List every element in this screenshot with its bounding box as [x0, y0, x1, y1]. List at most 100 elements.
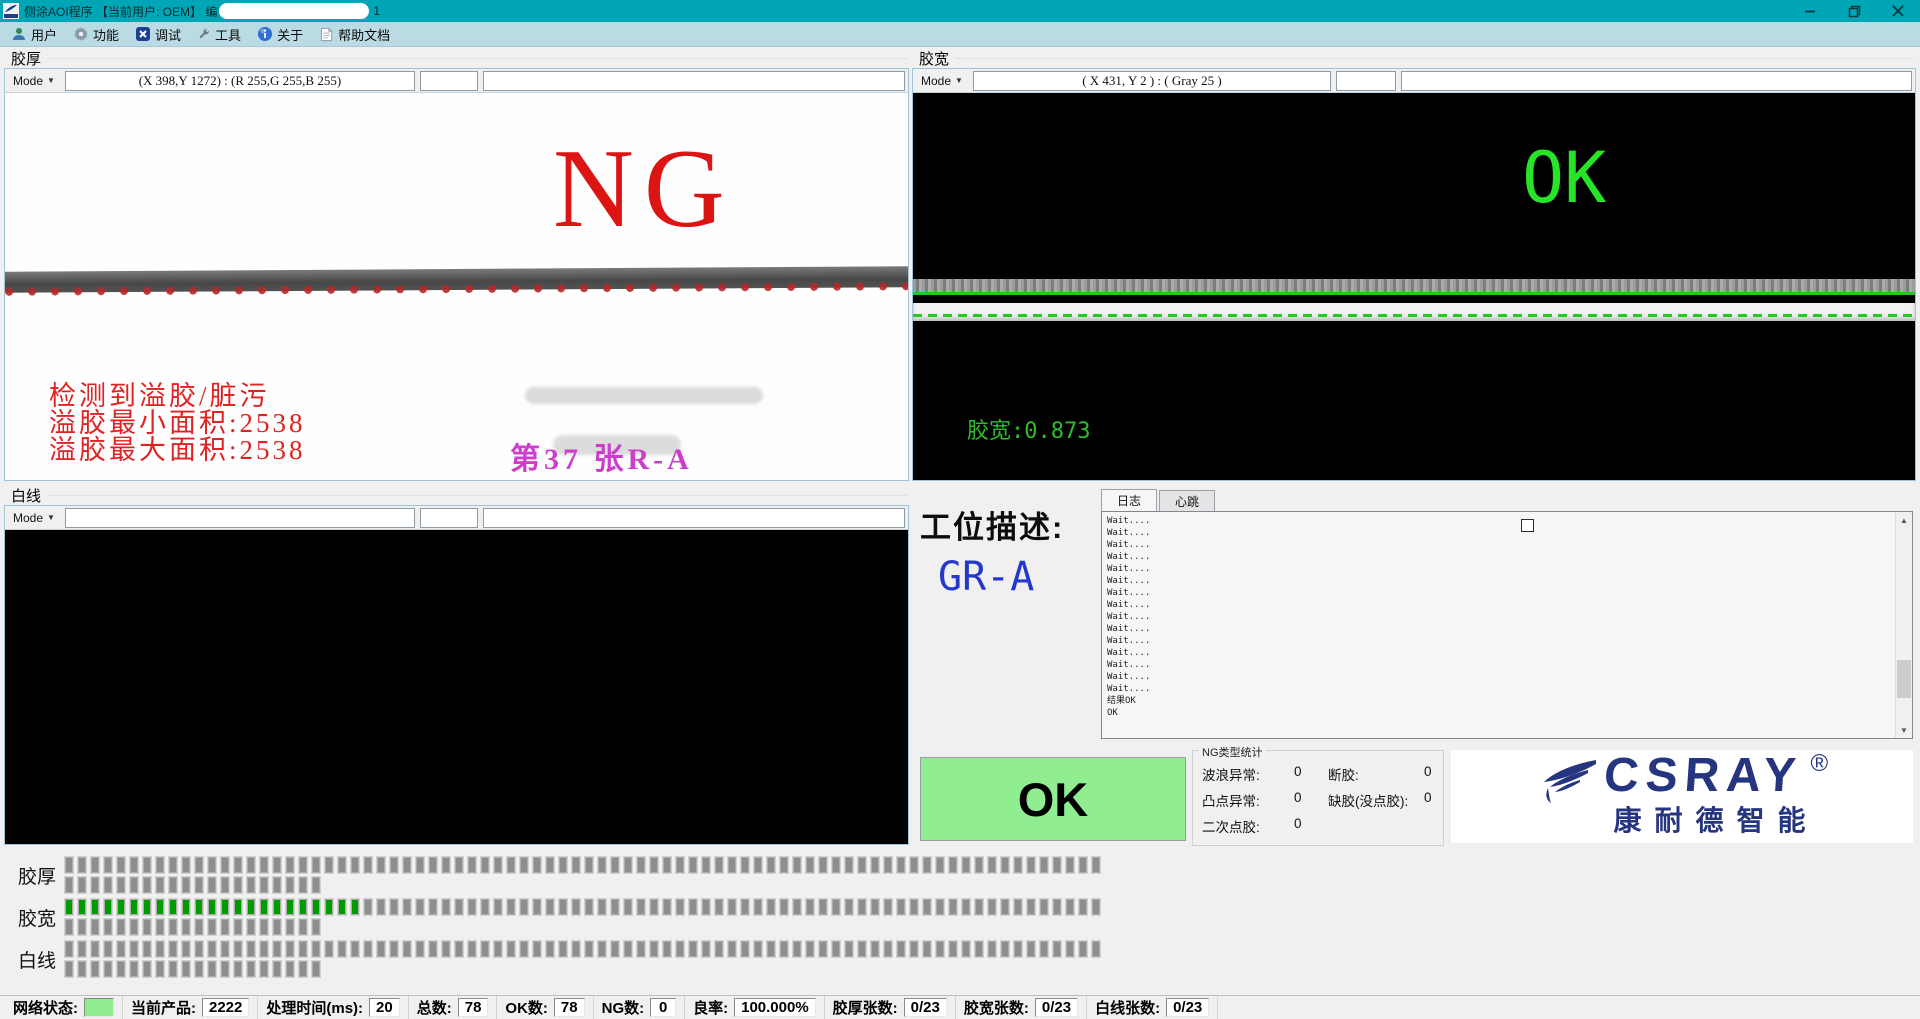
info-field-baixian[interactable] [483, 508, 905, 528]
mode-dropdown-jiaohou[interactable]: Mode▼ [8, 71, 60, 91]
menu-tools[interactable]: 工具 [192, 23, 250, 46]
coords-field-baixian[interactable] [65, 508, 415, 528]
log-line: Wait.... [1107, 683, 1907, 695]
progress-cell [363, 898, 373, 916]
aux-field-baixian[interactable] [420, 508, 478, 528]
progress-cell [129, 856, 139, 874]
scroll-down-icon[interactable]: ▼ [1896, 722, 1912, 738]
progress-cell [233, 960, 243, 978]
ng-stat-label: 波浪异常: [1202, 764, 1294, 784]
info-field-jiaohou[interactable] [483, 71, 905, 91]
progress-cell [649, 940, 659, 958]
progress-cell [1052, 898, 1062, 916]
progress-cell [584, 940, 594, 958]
progress-cell [961, 898, 971, 916]
progress-cell [272, 940, 282, 958]
progress-cell [961, 940, 971, 958]
progress-cell [259, 960, 269, 978]
progress-cell [363, 940, 373, 958]
progress-cell [142, 876, 152, 894]
progress-cell [363, 856, 373, 874]
progress-cell [207, 960, 217, 978]
progress-cell [454, 940, 464, 958]
progress-cell [558, 856, 568, 874]
progress-cell [909, 856, 919, 874]
restore-button[interactable] [1832, 0, 1876, 22]
tab-log[interactable]: 日志 [1101, 489, 1157, 511]
coords-field-jiaokuan[interactable]: ( X 431, Y 2 ) : ( Gray 25 ) [973, 71, 1331, 91]
progress-cell [259, 940, 269, 958]
progress-cell [662, 856, 672, 874]
progress-cell [1000, 898, 1010, 916]
progress-cell [402, 898, 412, 916]
progress-cell [662, 940, 672, 958]
progress-cell [90, 940, 100, 958]
menu-function[interactable]: 功能 [68, 23, 128, 46]
aux-field-jiaohou[interactable] [420, 71, 478, 91]
progress-cell [298, 876, 308, 894]
progress-cell [545, 940, 555, 958]
progress-cell [584, 898, 594, 916]
log-line: Wait.... [1107, 635, 1907, 647]
progress-cell [922, 898, 932, 916]
aux-field-jiaokuan[interactable] [1336, 71, 1396, 91]
log-checkbox[interactable] [1521, 519, 1534, 532]
status-label: 网络状态: [13, 997, 78, 1018]
progress-cell [90, 856, 100, 874]
mode-dropdown-baixian[interactable]: Mode▼ [8, 508, 60, 528]
progress-cell [298, 960, 308, 978]
progress-cell [142, 960, 152, 978]
menu-user[interactable]: 用户 [6, 23, 66, 46]
progress-cell-done [194, 898, 204, 916]
scrollbar-thumb[interactable] [1897, 660, 1911, 698]
progress-cell [77, 876, 87, 894]
progress-cell [1091, 856, 1101, 874]
progress-cell [701, 940, 711, 958]
progress-cell [194, 940, 204, 958]
progress-cell [805, 856, 815, 874]
mode-label: Mode [13, 74, 43, 88]
progress-row [64, 940, 1104, 958]
info-field-jiaokuan[interactable] [1401, 71, 1912, 91]
progress-cell [1065, 940, 1075, 958]
glue-band-top [913, 279, 1915, 293]
menu-debug[interactable]: 调试 [130, 23, 190, 46]
progress-cell [935, 856, 945, 874]
image-viewport-baixian[interactable] [5, 530, 908, 844]
progress-cell [740, 856, 750, 874]
coords-field-jiaohou[interactable]: (X 398,Y 1272) : (R 255,G 255,B 255) [65, 71, 415, 91]
progress-cell [103, 918, 113, 936]
progress-cell [324, 856, 334, 874]
progress-cell [285, 876, 295, 894]
image-viewport-jiaohou[interactable]: NG 检测到溢胶/脏污溢胶最小面积:2538溢胶最大面积:2538 第37 张R… [5, 93, 908, 480]
menu-about[interactable]: 关于 [252, 23, 312, 46]
progress-cell [233, 918, 243, 936]
close-button[interactable] [1876, 0, 1920, 22]
progress-cell [480, 898, 490, 916]
progress-cell [350, 940, 360, 958]
status-value: 78 [458, 998, 489, 1017]
status-value: 78 [554, 998, 585, 1017]
log-output[interactable]: Wait....Wait....Wait....Wait....Wait....… [1101, 511, 1913, 739]
tab-heartbeat[interactable]: 心跳 [1159, 490, 1215, 511]
progress-cell [103, 940, 113, 958]
ng-stat-value: 0 [1294, 764, 1328, 784]
progress-cell [259, 876, 269, 894]
status-label: 胶宽张数: [964, 997, 1029, 1018]
mode-dropdown-jiaokuan[interactable]: Mode▼ [916, 71, 968, 91]
progress-row [64, 960, 1104, 978]
menu-help-doc[interactable]: 帮助文档 [314, 23, 399, 46]
progress-cell [64, 960, 74, 978]
panel-baixian: 白线 Mode▼ [4, 485, 909, 845]
image-viewport-jiaokuan[interactable]: OK 胶宽:0.873 [913, 93, 1915, 480]
log-line: Wait.... [1107, 623, 1907, 635]
progress-cell [441, 856, 451, 874]
log-line: 结果OK [1107, 695, 1907, 707]
overall-result-button[interactable]: OK [920, 757, 1186, 841]
progress-cell-done [259, 898, 269, 916]
minimize-button[interactable] [1788, 0, 1832, 22]
status-value: 100.000% [734, 998, 816, 1017]
window-title-left: 侧涂AOI程序 【当前用户: OEM】 编 [24, 3, 217, 20]
scroll-up-icon[interactable]: ▲ [1896, 512, 1912, 528]
log-scrollbar[interactable]: ▲ ▼ [1895, 512, 1912, 738]
